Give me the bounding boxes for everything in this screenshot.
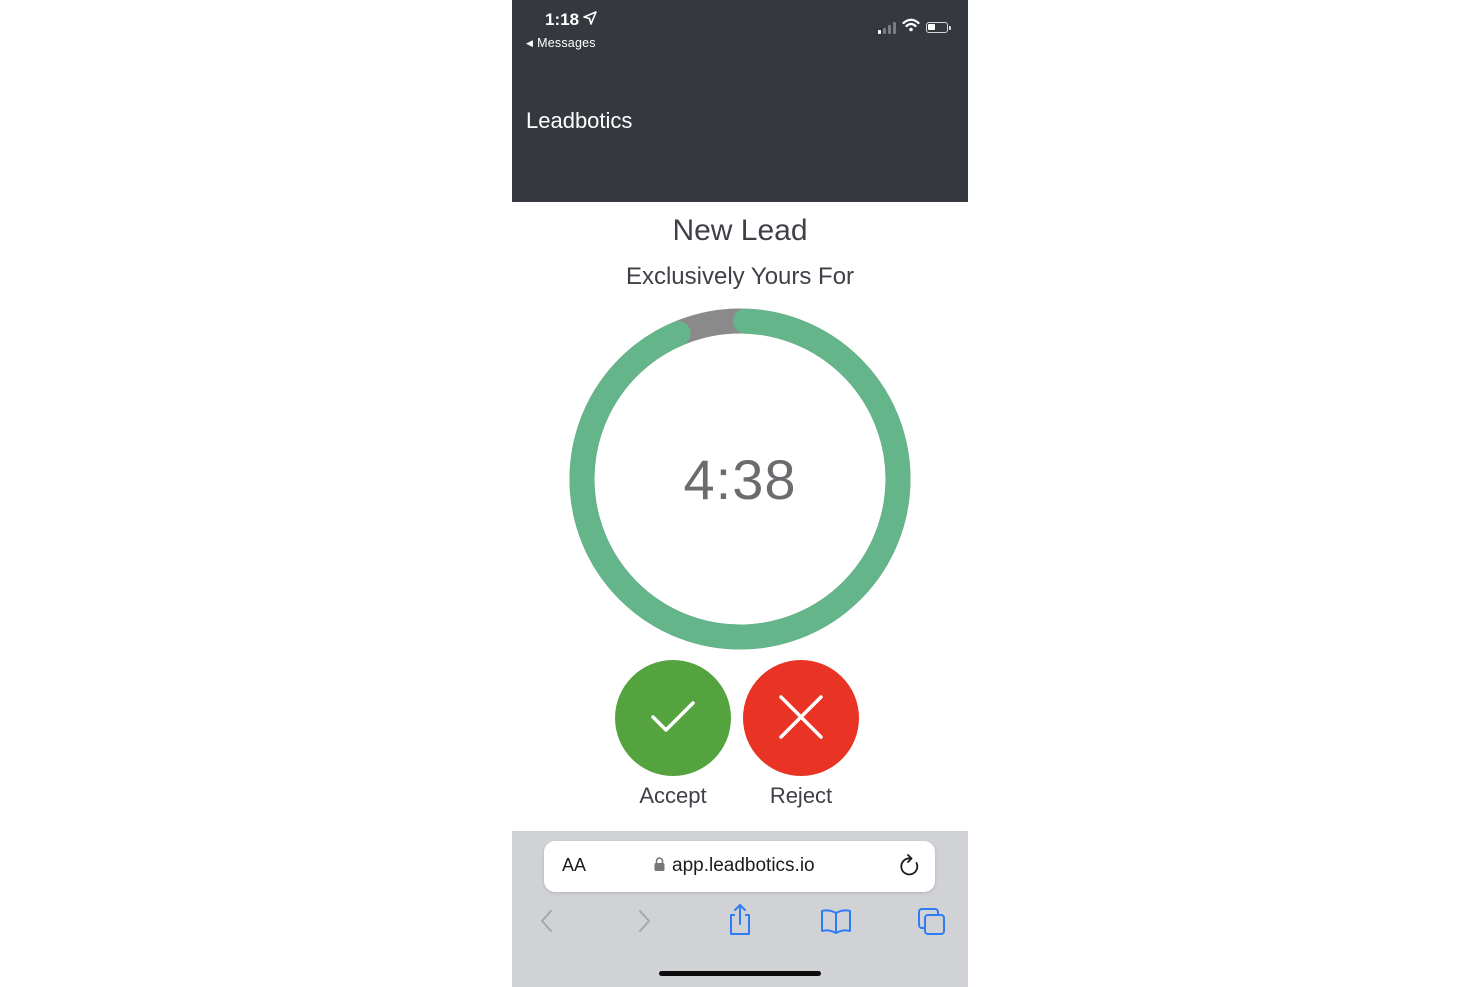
checkmark-icon: [650, 700, 696, 737]
address-bar[interactable]: AA app.leadbotics.io: [544, 841, 935, 892]
back-link-label: Messages: [537, 36, 596, 50]
browser-nav-row: [512, 903, 968, 943]
page-title: New Lead: [672, 214, 808, 247]
phone-screen: 1:18 ◀ Messages Leadbotics New Lead Excl…: [512, 0, 968, 987]
wifi-icon: [902, 18, 920, 37]
x-icon: [778, 694, 824, 743]
reject-button[interactable]: [743, 660, 859, 776]
countdown-timer: 4:38: [568, 307, 912, 651]
accept-button[interactable]: [615, 660, 731, 776]
forward-button[interactable]: [634, 907, 654, 940]
text-size-button[interactable]: AA: [562, 855, 586, 876]
page-subtitle: Exclusively Yours For: [625, 263, 855, 290]
home-indicator[interactable]: [659, 971, 821, 976]
bookmarks-button[interactable]: [820, 907, 852, 940]
back-button[interactable]: [537, 907, 557, 940]
location-arrow-icon: [583, 10, 597, 30]
cellular-signal-icon: [878, 21, 896, 34]
countdown-value: 4:38: [683, 447, 797, 511]
chevron-right-icon: [634, 910, 654, 939]
back-triangle-icon: ◀: [526, 37, 534, 48]
url-display[interactable]: app.leadbotics.io: [654, 855, 815, 877]
chevron-left-icon: [537, 910, 557, 939]
browser-toolbar: AA app.leadbotics.io: [512, 831, 968, 987]
url-text: app.leadbotics.io: [672, 855, 815, 876]
battery-icon: [926, 22, 951, 33]
text-size-label: AA: [562, 855, 587, 875]
book-icon: [820, 909, 852, 939]
lock-icon: [654, 855, 665, 877]
status-time-text: 1:18: [545, 10, 580, 29]
status-time: 1:18: [545, 10, 597, 30]
share-icon: [726, 904, 754, 941]
reject-label: Reject: [769, 783, 833, 808]
accept-label: Accept: [639, 783, 707, 808]
app-title: Leadbotics: [526, 108, 633, 133]
reload-button[interactable]: [899, 854, 921, 883]
tabs-icon: [917, 908, 947, 941]
share-button[interactable]: [726, 903, 754, 942]
status-indicators: [878, 18, 951, 37]
reload-icon: [899, 854, 921, 882]
app-header: 1:18 ◀ Messages Leadbotics: [512, 0, 968, 202]
tabs-button[interactable]: [917, 907, 947, 942]
back-to-messages-link[interactable]: ◀ Messages: [526, 36, 596, 50]
